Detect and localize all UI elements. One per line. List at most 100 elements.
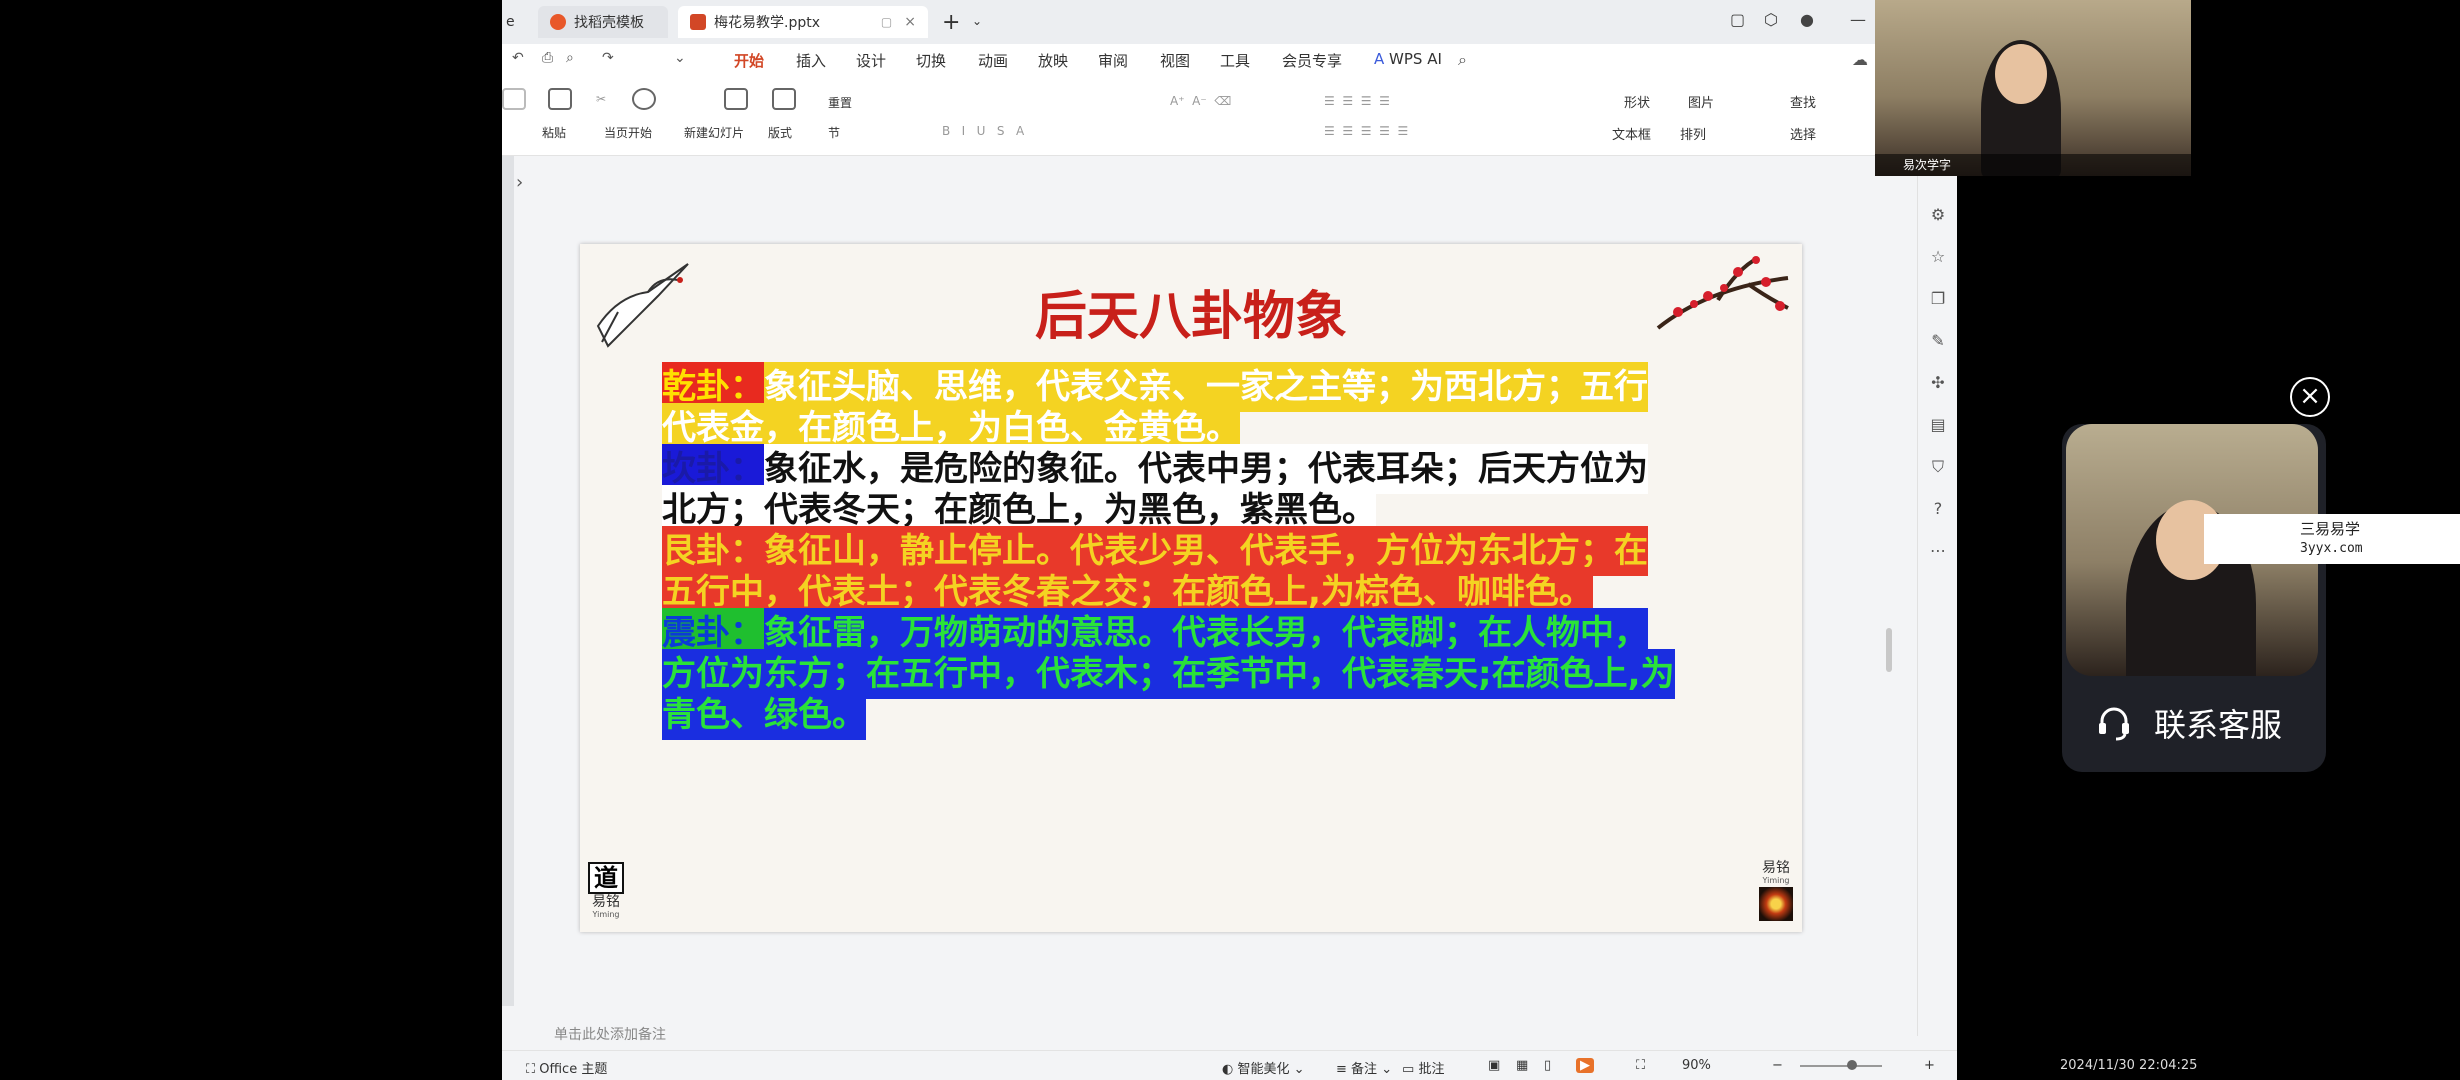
layout-icon[interactable] — [772, 88, 796, 110]
undo-icon[interactable]: ↶ — [512, 50, 524, 66]
cut-icon[interactable]: ✂ — [596, 92, 606, 106]
find-button[interactable]: 查找 — [1790, 92, 1816, 111]
menu-slideshow[interactable]: 放映 — [1038, 50, 1068, 71]
play-from-current-button[interactable]: 当页开始 — [604, 124, 652, 141]
contact-service-button[interactable]: 联系客服 — [2094, 700, 2282, 746]
redo-icon[interactable]: ↷ — [602, 50, 614, 66]
normal-view-icon[interactable]: ▣ — [1488, 1058, 1500, 1073]
video-top-label: 易次学字 — [1875, 154, 2191, 176]
wps-ai-label: WPS AI — [1389, 50, 1442, 68]
watermark-line1: 三易易学 — [2300, 520, 2361, 538]
vertical-scrollbar[interactable] — [1886, 628, 1892, 672]
menu-member[interactable]: 会员专享 — [1282, 50, 1342, 71]
theme-icon: ⛶ — [526, 1062, 536, 1077]
comments-button[interactable]: ▭ 批注 — [1402, 1058, 1444, 1077]
copy-icon[interactable]: ❐ — [1929, 290, 1947, 308]
layout-button[interactable]: 版式 — [768, 124, 792, 141]
font-format-icons: B I U S A — [942, 124, 1025, 138]
select-button[interactable]: 选择 — [1790, 124, 1816, 143]
beautify-button[interactable]: ◐ 智能美化 ⌄ — [1222, 1058, 1305, 1077]
menu-animation[interactable]: 动画 — [978, 50, 1008, 71]
align-icons: ☰ ☰ ☰ ☰ ☰ — [1324, 124, 1409, 138]
search-icon[interactable]: ⌕ — [1458, 50, 1467, 70]
window-tile-icon[interactable]: ▢ — [1730, 10, 1745, 29]
book-icon[interactable]: ▤ — [1929, 416, 1947, 434]
fit-icon[interactable]: ⛶ — [1636, 1058, 1645, 1073]
more-icon[interactable]: ⌄ — [674, 50, 686, 66]
tab-label: 找稻壳模板 — [574, 15, 644, 31]
paste-button[interactable]: 粘贴 — [542, 124, 566, 141]
shape-button[interactable]: 形状 — [1624, 92, 1650, 111]
notes-button[interactable]: ≡ 备注 ⌄ — [1336, 1058, 1392, 1077]
tab-template[interactable]: 找稻壳模板 — [538, 6, 668, 38]
beautify-text: 智能美化 — [1237, 1062, 1290, 1077]
wps-ai-icon: A — [1374, 50, 1385, 68]
tab-window-icon[interactable]: ▢ — [881, 15, 892, 29]
menu-review[interactable]: 审阅 — [1098, 50, 1128, 71]
grid-view-icon[interactable]: ▦ — [1516, 1058, 1528, 1073]
shirt-icon[interactable]: ⛉ — [1929, 458, 1947, 476]
presenter-video-top[interactable]: 易次学字 — [1875, 0, 2191, 176]
play-icon[interactable]: ▶ — [1576, 1058, 1594, 1073]
help-icon[interactable]: ? — [1929, 500, 1947, 518]
settings-sliders-icon[interactable]: ⚙ — [1929, 206, 1947, 224]
headset-icon — [2099, 707, 2129, 741]
new-slide-icon[interactable] — [724, 88, 748, 110]
seal-right-image — [1759, 887, 1793, 921]
textbox-button[interactable]: 文本框 — [1612, 124, 1651, 143]
menu-view[interactable]: 视图 — [1160, 50, 1190, 71]
menu-tools[interactable]: 工具 — [1220, 50, 1250, 71]
theme-label[interactable]: ⛶ Office 主题 — [526, 1058, 607, 1077]
zoom-out-button[interactable]: − — [1772, 1058, 1783, 1073]
star-icon[interactable]: ☆ — [1929, 248, 1947, 266]
new-tab-button[interactable]: + — [942, 10, 960, 35]
contact-service-label: 联系客服 — [2154, 706, 2283, 744]
close-button[interactable]: × — [2290, 377, 2330, 417]
section-button[interactable]: 节 — [828, 124, 840, 141]
tab-pptx[interactable]: 梅花易教学.pptx ▢ × — [678, 6, 928, 38]
menu-transition[interactable]: 切换 — [916, 50, 946, 71]
notes-placeholder[interactable]: 单击此处添加备注 — [554, 1024, 666, 1044]
more-icon[interactable]: ⋯ — [1929, 542, 1947, 560]
chevron-right-icon[interactable]: › — [516, 172, 523, 193]
menu-wps-ai[interactable]: A WPS AI — [1374, 50, 1442, 68]
edit-icon[interactable]: ✎ — [1929, 332, 1947, 350]
new-slide-button[interactable]: 新建幻灯片 — [684, 124, 744, 141]
presenter-face — [1995, 44, 2047, 104]
cube-icon[interactable]: ⬡ — [1764, 10, 1778, 29]
user-icon[interactable]: ● — [1800, 10, 1814, 29]
slide-canvas[interactable]: 后天八卦物象 乾卦：象征头脑、思维，代表父亲、一家之主等；为西北方；五行 代表金，… — [580, 244, 1802, 932]
menu-design[interactable]: 设计 — [856, 50, 886, 71]
comments-text: 批注 — [1418, 1062, 1445, 1077]
arrange-button[interactable]: 排列 — [1680, 124, 1706, 143]
slide-title[interactable]: 后天八卦物象 — [580, 274, 1802, 349]
docer-icon — [550, 14, 566, 30]
print-icon[interactable]: ⎙ — [542, 50, 553, 66]
paragraph-icons: ☰ ☰ ☰ ☰ — [1324, 94, 1390, 108]
menu-home[interactable]: 开始 — [734, 50, 765, 77]
tab-partial[interactable]: e — [502, 6, 526, 38]
reset-button[interactable]: 重置 — [828, 94, 852, 111]
zoom-slider-knob[interactable] — [1847, 1060, 1857, 1070]
preview-icon[interactable]: ⌕ — [566, 50, 574, 66]
zoom-in-button[interactable]: + — [1924, 1058, 1935, 1073]
menu-insert[interactable]: 插入 — [796, 50, 826, 71]
minimize-icon[interactable]: — — [1850, 10, 1866, 29]
ppt-file-icon — [690, 14, 706, 30]
picture-button[interactable]: 图片 — [1688, 92, 1714, 111]
play-from-current-icon[interactable] — [632, 88, 656, 110]
tools-icon[interactable]: ✣ — [1929, 374, 1947, 392]
format-painter-icon[interactable] — [502, 88, 526, 110]
thumbnail-strip[interactable] — [502, 156, 514, 1006]
cloud-sync-icon[interactable]: ☁ — [1852, 50, 1868, 69]
tab-dropdown-icon[interactable]: ⌄ — [972, 14, 982, 28]
slide-text-line[interactable]: 青色、绿色。 — [662, 690, 866, 740]
reading-view-icon[interactable]: ▯ — [1544, 1058, 1551, 1073]
zoom-level[interactable]: 90% — [1682, 1058, 1711, 1073]
paste-icon[interactable] — [548, 88, 572, 110]
zoom-slider[interactable] — [1800, 1065, 1882, 1067]
seal-left-char: 道 — [588, 862, 624, 894]
theme-text: Office 主题 — [539, 1062, 608, 1077]
tab-label: e — [506, 14, 515, 30]
tab-close-button[interactable]: × — [904, 14, 916, 30]
